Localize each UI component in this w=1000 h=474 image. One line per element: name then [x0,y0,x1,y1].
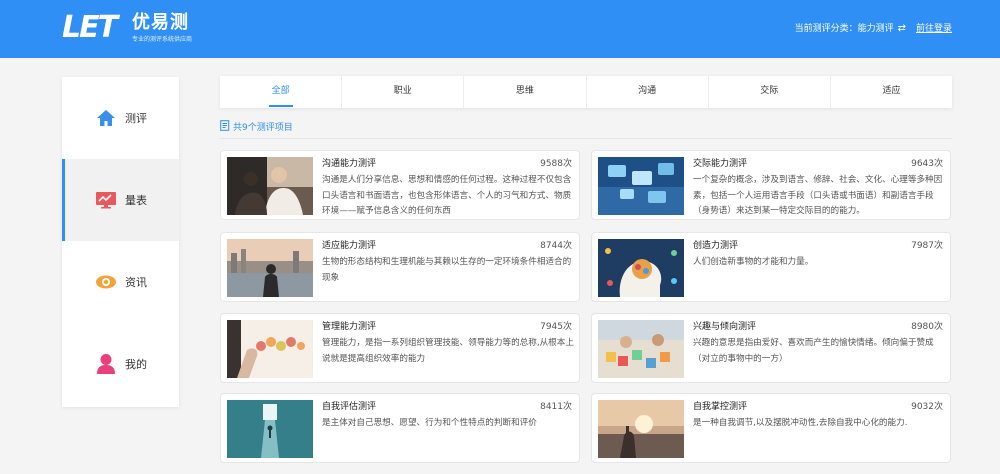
card-title: 交际能力测评 [693,159,748,169]
assessment-card-adaptation[interactable]: 适应能力测评 8744次 生物的形态结构和生理机能与其赖以生存的一定环境条件相适… [220,232,580,302]
category-value[interactable]: 能力测评 [858,22,894,36]
tab-social[interactable]: 交际 [709,76,831,108]
home-icon [95,107,117,129]
card-title: 适应能力测评 [322,241,377,251]
card-thumbnail [227,320,313,378]
card-description: 是一种自我调节,以及摆脱冲动性,去除自我中心化的能力. [693,418,908,428]
logo-mark: LET [62,10,118,45]
card-description: 兴趣的意思是指由爱好、喜欢而产生的愉快情绪。倾向偏于赞成（对立的事物中的一方） [693,338,934,364]
tab-career[interactable]: 职业 [342,76,465,108]
card-title: 管理能力测评 [322,322,377,332]
tab-adaptation[interactable]: 适应 [831,76,952,108]
sidebar-item-label: 量表 [125,194,147,207]
card-title: 自我掌控测评 [693,402,748,412]
card-thumbnail [598,239,684,297]
assessment-card-self-evaluation[interactable]: 自我评估测评 8411次 是主体对自己思想、愿望、行为和个性特点的判断和评价 [220,393,580,463]
card-title: 创造力测评 [693,241,739,251]
card-title: 沟通能力测评 [322,159,377,169]
card-views: 8744次 [540,241,572,251]
card-views: 8411次 [540,402,572,412]
assessment-card-social[interactable]: 交际能力测评 9643次 一个复杂的概念，涉及到语言、修辞、社会、文化、心理等多… [591,150,951,220]
card-description: 沟通是人们分享信息、思想和情感的任何过程。这种过程不仅包含口头语言和书面语言，也… [322,175,572,216]
card-views: 7945次 [540,322,572,332]
user-icon [95,353,117,375]
category-prefix: 当前测评分类： [794,24,858,34]
logo[interactable]: LET 优易测 专业的测评系统供应商 [62,10,212,48]
sidebar-item-news[interactable]: 资讯 [62,241,179,323]
chart-board-icon [95,189,117,211]
header-right: 当前测评分类： 能力测评 ⇄ 前往登录 [795,22,952,36]
card-description: 是主体对自己思想、愿望、行为和个性特点的判断和评价 [322,418,537,428]
sidebar-item-label: 我的 [125,358,147,371]
card-description: 人们创造新事物的才能和力量。 [693,257,814,267]
tab-communication[interactable]: 沟通 [587,76,709,108]
divider [220,138,952,139]
card-description: 一个复杂的概念，涉及到语言、修辞、社会、文化、心理等多种因素，包括一个人运用语言… [693,175,943,216]
card-views: 9032次 [911,402,943,412]
card-thumbnail [227,400,313,458]
sidebar-item-mine[interactable]: 我的 [62,323,179,405]
document-icon [220,120,230,135]
logo-slogan: 专业的测评系统供应商 [132,36,193,43]
top-header: LET 优易测 专业的测评系统供应商 当前测评分类： 能力测评 ⇄ 前往登录 [0,0,1000,58]
assessment-card-creativity[interactable]: 创造力测评 7987次 人们创造新事物的才能和力量。 [591,232,951,302]
card-thumbnail [227,239,313,297]
sidebar-item-scale[interactable]: 量表 [62,159,179,241]
card-thumbnail [598,320,684,378]
category-tabs: 全部 职业 思维 沟通 交际 适应 [220,76,952,108]
sidebar-item-label: 测评 [125,112,147,125]
assessment-card-communication[interactable]: 沟通能力测评 9588次 沟通是人们分享信息、思想和情感的任何过程。这种过程不仅… [220,150,580,220]
assessment-card-interest[interactable]: 兴趣与倾向测评 8980次 兴趣的意思是指由爱好、喜欢而产生的愉快情绪。倾向偏于… [591,313,951,383]
project-count: 共9个测评项目 [220,120,293,135]
switch-icon[interactable]: ⇄ [898,22,906,36]
sidebar-item-label: 资讯 [125,276,147,289]
tab-all[interactable]: 全部 [220,76,343,108]
card-views: 8980次 [911,322,943,332]
card-thumbnail [598,400,684,458]
eye-icon [95,271,117,293]
card-title: 自我评估测评 [322,402,377,412]
card-title: 兴趣与倾向测评 [693,322,757,332]
sidebar-item-assessment[interactable]: 测评 [62,77,179,159]
card-description: 生物的形态结构和生理机能与其赖以生存的一定环境条件相适合的现象 [322,257,572,283]
sidebar: 测评 量表 资讯 我的 [62,77,179,407]
card-thumbnail [598,157,684,215]
card-views: 9588次 [540,159,572,169]
logo-name: 优易测 [132,12,189,33]
tab-thinking[interactable]: 思维 [464,76,587,108]
assessment-card-management[interactable]: 管理能力测评 7945次 管理能力，是指一系列组织管理技能、领导能力等的总称,从… [220,313,580,383]
card-thumbnail [227,157,313,215]
card-views: 9643次 [911,159,943,169]
card-views: 7987次 [911,241,943,251]
project-count-text: 共9个测评项目 [233,122,293,133]
login-link[interactable]: 前往登录 [916,22,952,36]
card-description: 管理能力，是指一系列组织管理技能、领导能力等的总称,从根本上说就是提高组织效率的… [322,338,574,364]
assessment-card-self-control[interactable]: 自我掌控测评 9032次 是一种自我调节,以及摆脱冲动性,去除自我中心化的能力. [591,393,951,463]
